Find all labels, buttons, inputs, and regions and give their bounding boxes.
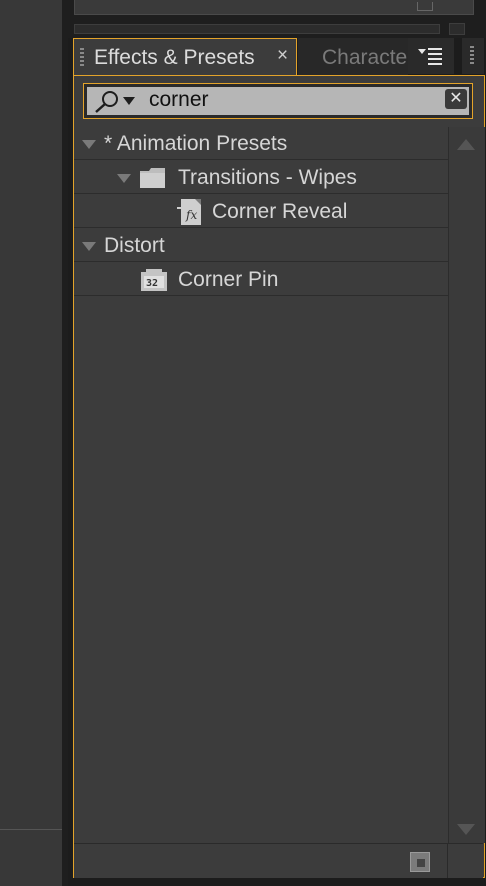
footer-divider [447,844,448,878]
search-field[interactable]: ✕ [83,83,473,119]
search-input[interactable] [149,89,429,111]
search-options-dropdown-icon[interactable] [123,97,135,105]
top-panel-bottom [74,0,474,15]
tree-item-distort[interactable]: Distort [74,229,448,262]
tab-character[interactable]: Character [298,38,408,76]
tree-item-transitions-wipes[interactable]: Transitions - Wipes [74,161,448,194]
search-icon[interactable] [93,90,121,114]
expand-triangle-icon[interactable] [117,174,131,183]
clear-search-button[interactable]: ✕ [445,89,467,109]
tab-close-button[interactable]: × [277,45,288,67]
tab-drag-grip[interactable] [80,48,84,66]
panel-menu-button[interactable] [408,38,454,74]
expand-triangle-icon[interactable] [82,140,96,149]
tree-item-animation-presets[interactable]: * Animation Presets [74,127,448,160]
vertical-scrollbar[interactable] [448,127,485,843]
panel-resize-notch [449,23,465,35]
tree-item-corner-pin[interactable]: 32 Corner Pin [74,263,448,296]
panel-gutter[interactable] [62,0,68,886]
left-panel-divider [0,829,62,830]
tree-item-label: Distort [104,234,165,257]
tab-label: Effects & Presets [94,46,255,69]
tree-item-label: * Animation Presets [104,132,288,155]
tree-item-label: Transitions - Wipes [178,166,357,189]
panel-menu-icon [418,48,442,65]
tree-item-label: Corner Reveal [212,200,348,223]
search-field-inner: ✕ [87,87,469,115]
scroll-down-arrow-icon[interactable] [457,824,475,835]
panel-resize-handle[interactable] [74,23,465,35]
grip-dots [470,46,474,66]
top-panel-control[interactable] [417,2,433,11]
tab-label: Character [322,46,408,69]
svg-text:32: 32 [146,278,158,289]
folder-icon [140,168,165,188]
tree-item-corner-reveal[interactable]: fx Corner Reveal [74,195,448,228]
left-adjacent-panel [0,0,62,886]
expand-triangle-icon[interactable] [82,242,96,251]
preset-file-icon: fx [177,199,201,225]
svg-text:fx: fx [185,208,197,222]
scroll-up-arrow-icon[interactable] [457,139,475,150]
top-panel-area [68,0,486,38]
tab-effects-presets[interactable]: Effects & Presets × [73,38,297,76]
panel-footer [74,843,483,878]
new-preset-button[interactable] [410,852,430,872]
tree-item-label: Corner Pin [178,268,279,291]
effect-32bit-icon: 32 [141,269,167,291]
adjacent-tab-grip[interactable] [462,38,484,74]
effects-presets-panel: ✕ * Animation Presets Transitions - Wipe… [73,75,485,878]
